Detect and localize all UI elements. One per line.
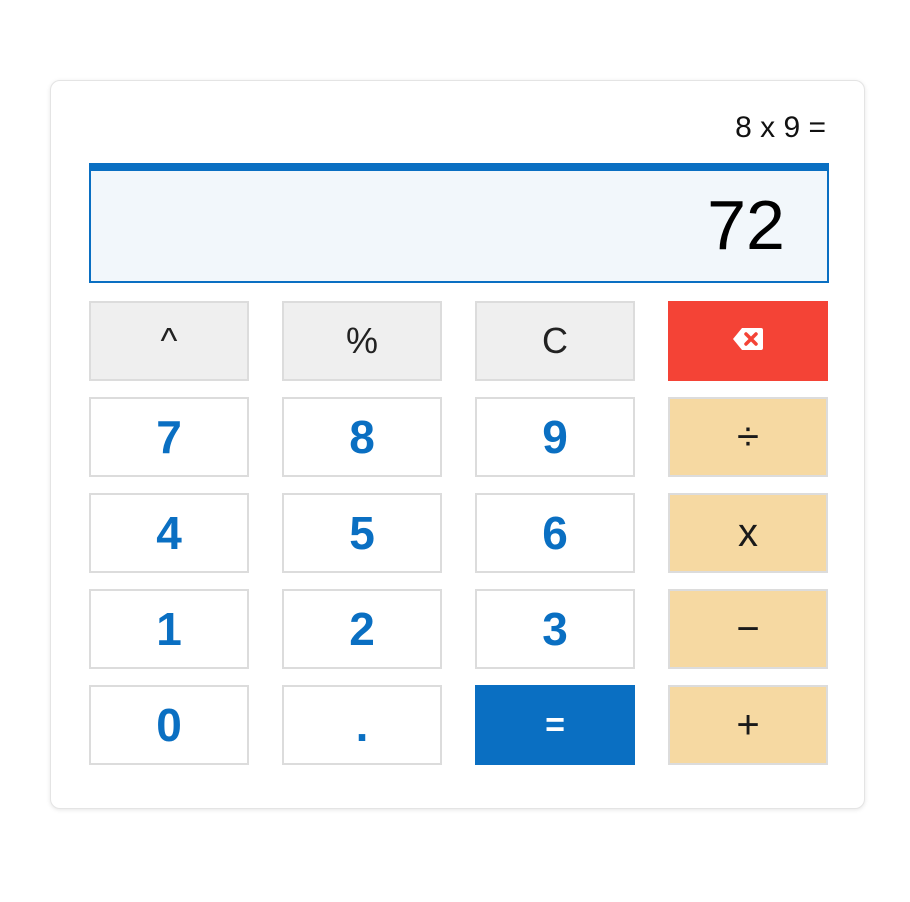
keypad: ^ % C 7 8 9 ÷ 4 5 6 x 1 2 3 − 0 . = +	[89, 301, 828, 765]
add-button[interactable]: +	[668, 685, 828, 765]
result-display: 72	[89, 163, 829, 283]
subtract-button[interactable]: −	[668, 589, 828, 669]
digit-5-button[interactable]: 5	[282, 493, 442, 573]
decimal-button[interactable]: .	[282, 685, 442, 765]
expression-display: 8 x 9 =	[735, 111, 826, 144]
equals-button[interactable]: =	[475, 685, 635, 765]
digit-2-button[interactable]: 2	[282, 589, 442, 669]
divide-button[interactable]: ÷	[668, 397, 828, 477]
digit-7-button[interactable]: 7	[89, 397, 249, 477]
calculator: 8 x 9 = 72 ^ % C 7 8 9 ÷ 4 5 6 x 1 2 3 −…	[50, 80, 865, 809]
multiply-button[interactable]: x	[668, 493, 828, 573]
digit-4-button[interactable]: 4	[89, 493, 249, 573]
digit-9-button[interactable]: 9	[475, 397, 635, 477]
clear-button[interactable]: C	[475, 301, 635, 381]
power-button[interactable]: ^	[89, 301, 249, 381]
backspace-icon	[731, 326, 765, 357]
digit-3-button[interactable]: 3	[475, 589, 635, 669]
digit-0-button[interactable]: 0	[89, 685, 249, 765]
percent-button[interactable]: %	[282, 301, 442, 381]
digit-8-button[interactable]: 8	[282, 397, 442, 477]
digit-1-button[interactable]: 1	[89, 589, 249, 669]
digit-6-button[interactable]: 6	[475, 493, 635, 573]
backspace-button[interactable]	[668, 301, 828, 381]
